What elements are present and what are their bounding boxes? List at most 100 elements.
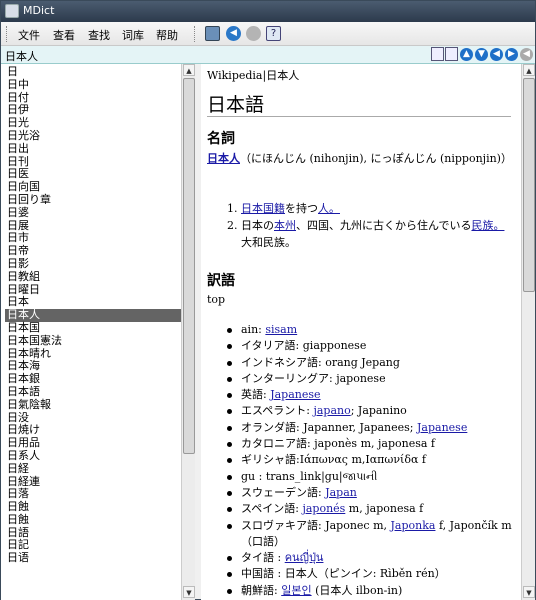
article-scroll-thumb[interactable] — [523, 78, 535, 292]
translation-value: giapponese — [302, 339, 367, 353]
word-list-item[interactable]: 日本国 — [5, 321, 181, 335]
menu-bar: 文件 查看 查找 词库 帮助 ◀ ? — [1, 22, 535, 46]
translation-link[interactable]: sisam — [265, 323, 297, 336]
word-list-item[interactable]: 日回り章 — [5, 193, 181, 207]
word-list-item[interactable]: 日 — [5, 65, 181, 79]
translation-language: インターリングア: — [241, 371, 337, 385]
word-list-item[interactable]: 日曜日 — [5, 283, 181, 297]
word-list-item[interactable]: 日出 — [5, 142, 181, 156]
translation-link[interactable]: japano — [313, 404, 350, 417]
translation-item: インターリングア: japonese — [221, 371, 515, 387]
word-list-item[interactable]: 日付 — [5, 91, 181, 105]
word-list-item[interactable]: 日市 — [5, 232, 181, 245]
word-list-item[interactable]: 日経連 — [5, 475, 181, 489]
menu-view[interactable]: 查看 — [53, 27, 75, 43]
word-list-item[interactable]: 日記 — [5, 539, 181, 552]
word-list-item[interactable]: 日本国憲法 — [5, 334, 181, 348]
word-list-scrollbar[interactable]: ▲ ▼ — [181, 64, 195, 600]
word-list-item[interactable]: 日落 — [5, 487, 181, 501]
translation-language: ain: — [241, 323, 266, 336]
translations-list: ain: sisam イタリア語: giapponese インドネシア語: oran… — [221, 322, 515, 599]
word-list-item[interactable]: 日本語 — [5, 385, 181, 399]
definition-link[interactable]: 国籍 — [263, 202, 285, 215]
word-list-item[interactable]: 日帝 — [5, 244, 181, 258]
translation-language: ギリシャ語: — [241, 453, 300, 467]
word-list-item[interactable]: 日语 — [5, 551, 181, 565]
nav-last-icon[interactable]: ◀ — [520, 48, 533, 61]
translation-value: Japonec m, — [325, 518, 391, 532]
translation-language: スウェーデン語: — [241, 485, 326, 499]
translation-value: Ιάπωνας m,Ιαπωνίδα f — [299, 453, 426, 467]
article-scroll-down-icon[interactable]: ▼ — [523, 586, 535, 598]
word-list-item[interactable]: 日刊 — [5, 155, 181, 169]
word-list-item[interactable]: 日影 — [5, 257, 181, 271]
toolbar-grip[interactable] — [6, 26, 9, 42]
word-list-item[interactable]: 日系人 — [5, 449, 181, 463]
translation-link[interactable]: japonés — [302, 502, 345, 515]
translation-link[interactable]: Japanese — [417, 421, 467, 434]
translation-link[interactable]: Japonka — [391, 519, 436, 532]
word-list-item[interactable]: 日蝕 — [5, 513, 181, 527]
translation-link[interactable]: Japanese — [270, 388, 320, 401]
scroll-up-icon[interactable]: ▲ — [183, 64, 195, 76]
translation-link[interactable]: Japan — [325, 486, 357, 499]
translation-language: スペイン語: — [241, 502, 303, 516]
translation-link[interactable]: คนญี่ปุ่น — [285, 551, 324, 564]
word-list-item[interactable]: 日用品 — [5, 436, 181, 450]
word-list-item[interactable]: 日光浴 — [5, 129, 181, 143]
nav-first-icon[interactable]: ◀ — [490, 48, 503, 61]
word-list-item[interactable]: 日伊 — [5, 104, 181, 117]
translation-language: 中国語 : — [241, 567, 285, 581]
translation-item: ギリシャ語:Ιάπωνας m,Ιαπωνίδα f — [221, 452, 515, 468]
scroll-thumb[interactable] — [183, 78, 195, 454]
translation-extra: ; Japanino — [350, 404, 407, 418]
menu-file[interactable]: 文件 — [18, 27, 40, 43]
search-input[interactable]: 日本人 — [5, 48, 38, 64]
breadcrumb: Wikipedia|日本人 — [207, 69, 300, 82]
word-list-item[interactable]: 日教組 — [5, 270, 181, 284]
word-list[interactable]: 日日中 日付 日伊 日光 日光浴 日出 日刊 日医 日向国 日回り章 日婆 日展 日市 日帝 日影 日教組 日曜… — [5, 65, 181, 565]
definition-text: 、四国、九州に古くから住んでいる — [296, 219, 472, 232]
translation-language: スロヴァキア語: — [241, 518, 326, 532]
definition-item: 日本の本州、四国、九州に古くから住んでいる民族。大和民族。 — [241, 217, 511, 251]
word-list-item[interactable]: 日経 — [5, 462, 181, 476]
word-list-item[interactable]: 日蝕 — [5, 500, 181, 514]
scroll-down-icon[interactable]: ▼ — [183, 586, 195, 598]
back-icon[interactable]: ◀ — [226, 26, 241, 41]
dictionary-icon[interactable] — [205, 26, 220, 41]
article-scroll-up-icon[interactable]: ▲ — [523, 64, 535, 76]
word-list-item[interactable]: 日氣陰報 — [5, 398, 181, 412]
menu-help[interactable]: 帮助 — [156, 27, 178, 43]
word-list-item[interactable]: 日語 — [5, 526, 181, 540]
definition-link[interactable]: 人。 — [318, 202, 340, 215]
translation-item: スペイン語: japonés m, japonesa f — [221, 501, 515, 517]
entry-line: 日本人（にほんじん (nihonjin), にっぽんじん (nipponjin)… — [207, 150, 513, 167]
word-list-item[interactable]: 日婆 — [5, 206, 181, 220]
translation-link[interactable]: 일본인 — [281, 584, 311, 597]
nav-up-icon[interactable]: ▲ — [460, 48, 473, 61]
article-scrollbar[interactable]: ▲ ▼ — [521, 64, 535, 600]
headword-link[interactable]: 日本人 — [207, 152, 240, 165]
definition-link[interactable]: 民族。 — [471, 219, 504, 232]
paste-icon[interactable] — [445, 47, 458, 61]
translation-language: gu : trans_link|gu| — [241, 469, 343, 483]
definition-link[interactable]: 本州 — [274, 219, 296, 232]
menu-dictionary[interactable]: 词库 — [122, 27, 144, 43]
window-title: MDict — [23, 4, 55, 17]
toolbar-separator — [194, 26, 197, 42]
definition-link[interactable]: 日本 — [241, 202, 263, 215]
word-list-item[interactable]: 日展 — [5, 219, 181, 233]
word-list-item[interactable]: 日中 — [5, 78, 181, 92]
copy-icon[interactable] — [431, 47, 444, 61]
translation-item: 中国語 : 日本人（ピンイン: Rìběn rén） — [221, 566, 515, 582]
menu-find[interactable]: 查找 — [88, 27, 110, 43]
nav-next-icon[interactable]: ▶ — [505, 48, 518, 61]
help-icon[interactable]: ? — [266, 26, 281, 41]
mdict-window: MDict 文件 查看 查找 词库 帮助 ◀ ? 日本人 ▲ ▼ ◀ ▶ ◀ 日… — [0, 0, 536, 600]
word-list-item[interactable]: 日本銀 — [5, 372, 181, 386]
translation-value: japonese — [336, 371, 386, 385]
translation-item: ain: sisam — [221, 322, 515, 338]
translation-language: タイ語 : — [241, 551, 285, 565]
stop-icon[interactable] — [246, 26, 261, 41]
nav-down-icon[interactable]: ▼ — [475, 48, 488, 61]
